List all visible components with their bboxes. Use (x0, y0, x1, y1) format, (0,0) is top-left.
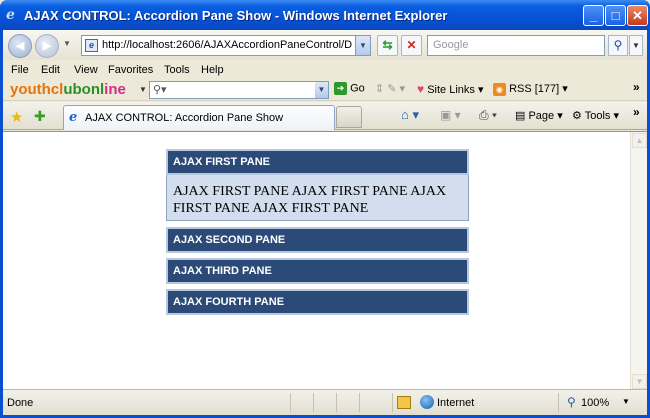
accordion-pane-header-second[interactable]: AJAX SECOND PANE (166, 227, 469, 253)
magnifier-icon: ⚲▾ (153, 84, 167, 96)
recent-pages-dropdown[interactable]: ▼ (63, 39, 71, 48)
back-arrow-icon: ◀ (15, 40, 25, 52)
accordion-pane-content-first: AJAX FIRST PANE AJAX FIRST PANE AJAX FIR… (166, 175, 469, 221)
ie-logo-icon: e (6, 7, 15, 23)
scroll-up-button[interactable]: ▲ (632, 133, 647, 148)
brand-dropdown[interactable]: ▼ (139, 85, 147, 94)
close-button[interactable]: ✕ (627, 5, 648, 26)
toolbar-search-input[interactable]: ⚲▾ ▼ (149, 81, 329, 99)
search-options-dropdown[interactable]: ▼ (629, 35, 643, 56)
menu-help[interactable]: Help (201, 64, 224, 76)
toolbar-chevron-button[interactable]: » (633, 80, 640, 94)
tools-menu-button[interactable]: ⚙ Tools ▾ (572, 109, 619, 122)
status-separator (313, 393, 314, 412)
home-icon[interactable]: ⌂ ▾ (401, 107, 419, 123)
search-input[interactable]: Google (427, 35, 605, 56)
accordion-pane-header-fourth[interactable]: AJAX FOURTH PANE (166, 289, 469, 315)
go-button[interactable]: ➔ Go (334, 82, 365, 95)
tab-label: AJAX CONTROL: Accordion Pane Show (85, 112, 284, 124)
accordion-pane-header-first[interactable]: AJAX FIRST PANE (166, 149, 469, 175)
refresh-icon: ⇆ (382, 38, 393, 52)
search-button[interactable]: ⚲ (608, 35, 628, 56)
zoom-level[interactable]: 100% (581, 397, 609, 409)
menu-favorites[interactable]: Favorites (108, 64, 153, 76)
favorites-star-icon[interactable]: ★ (10, 108, 23, 126)
page-content: AJAX FIRST PANE AJAX FIRST PANE AJAX FIR… (3, 131, 647, 390)
ie-page-icon: e (69, 110, 78, 125)
zoom-dropdown[interactable]: ▼ (622, 397, 630, 406)
command-bar-chevron[interactable]: » (633, 105, 640, 119)
accordion-pane-header-third[interactable]: AJAX THIRD PANE (166, 258, 469, 284)
minimize-button[interactable]: _ (583, 5, 604, 26)
heart-icon: ♥ (417, 82, 425, 96)
status-separator (336, 393, 337, 412)
browser-client: ◀ ▶ ▼ e http://localhost:2606/AJAXAccord… (3, 30, 647, 415)
security-zone-label[interactable]: Internet (437, 397, 474, 409)
menu-tools[interactable]: Tools (164, 64, 190, 76)
toolbar-highlight-icon[interactable]: ⇕ ✎ ▾ (375, 82, 405, 95)
tab-bar: ★ ✚ e AJAX CONTROL: Accordion Pane Show … (3, 102, 647, 130)
forward-arrow-icon: ▶ (42, 40, 52, 52)
rss-icon: ◉ (493, 82, 506, 96)
rss-button[interactable]: ◉ RSS [177] ▾ (493, 82, 568, 96)
maximize-button[interactable]: □ (605, 5, 626, 26)
window-title: AJAX CONTROL: Accordion Pane Show - Wind… (24, 8, 448, 23)
vertical-scrollbar[interactable]: ▲ ▼ (630, 132, 647, 390)
status-separator (290, 393, 291, 412)
accordion: AJAX FIRST PANE AJAX FIRST PANE AJAX FIR… (166, 149, 469, 320)
status-bar: Done Internet ⚲ 100% ▼ (3, 389, 647, 415)
menu-file[interactable]: File (11, 64, 29, 76)
stop-button[interactable]: ✕ (401, 35, 422, 56)
gear-icon: ⚙ (572, 110, 582, 122)
status-separator (392, 393, 393, 412)
refresh-button[interactable]: ⇆ (377, 35, 398, 56)
address-dropdown-button[interactable]: ▼ (355, 36, 370, 55)
toolbar-search-dropdown[interactable]: ▼ (315, 82, 328, 98)
go-arrow-icon: ➔ (334, 82, 347, 95)
address-url[interactable]: http://localhost:2606/AJAXAccordionPaneC… (102, 39, 352, 51)
search-icon: ⚲ (613, 38, 623, 52)
menu-bar: File Edit View Favorites Tools Help (3, 61, 647, 79)
youthclubonline-toolbar: youthclubonline ▼ ⚲▾ ▼ ➔ Go ⇕ ✎ ▾ ♥ Site… (3, 79, 647, 101)
site-links-button[interactable]: ♥ Site Links ▾ (417, 82, 483, 96)
protected-mode-icon[interactable] (397, 396, 411, 409)
print-icon[interactable]: ⎙ ▾ (479, 108, 497, 123)
new-tab-button[interactable] (336, 106, 362, 128)
zoom-icon[interactable]: ⚲ (567, 395, 576, 409)
address-bar[interactable]: e http://localhost:2606/AJAXAccordionPan… (81, 35, 371, 56)
back-button[interactable]: ◀ (8, 34, 32, 58)
address-toolbar: ◀ ▶ ▼ e http://localhost:2606/AJAXAccord… (3, 30, 647, 60)
page-icon: e (85, 39, 98, 52)
tab-accordion-pane-show[interactable]: e AJAX CONTROL: Accordion Pane Show (63, 105, 335, 130)
add-favorites-icon[interactable]: ✚ (34, 108, 46, 125)
search-placeholder: Google (433, 39, 469, 51)
scroll-down-button[interactable]: ▼ (632, 374, 647, 389)
menu-edit[interactable]: Edit (41, 64, 60, 76)
menu-view[interactable]: View (74, 64, 98, 76)
page-menu-button[interactable]: ▤ Page ▾ (515, 109, 563, 122)
forward-button[interactable]: ▶ (35, 34, 59, 58)
stop-icon: ✕ (406, 38, 417, 52)
status-separator (359, 393, 360, 412)
title-bar[interactable]: e AJAX CONTROL: Accordion Pane Show - Wi… (0, 0, 650, 30)
browser-window: e AJAX CONTROL: Accordion Pane Show - Wi… (0, 0, 650, 418)
internet-zone-icon (420, 395, 434, 409)
status-text: Done (7, 397, 34, 409)
youthclubonline-logo[interactable]: youthclubonline (10, 81, 126, 98)
status-separator (558, 393, 559, 412)
feeds-icon[interactable]: ▣ ▾ (440, 108, 461, 122)
